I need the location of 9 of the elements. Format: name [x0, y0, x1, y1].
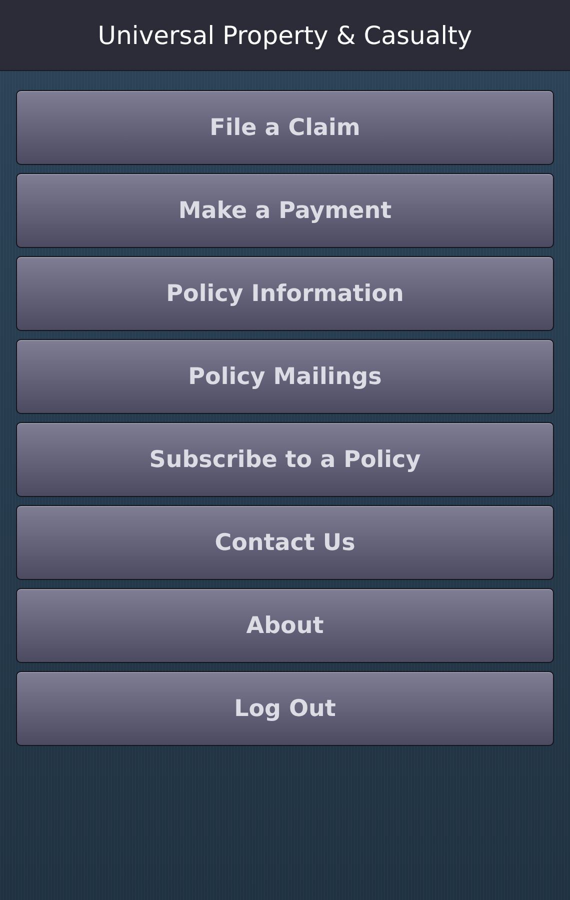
menu-button[interactable]: About — [16, 588, 554, 663]
menu-button[interactable]: Make a Payment — [16, 173, 554, 248]
app-title: Universal Property & Casualty — [98, 20, 472, 50]
menu-button[interactable]: Contact Us — [16, 505, 554, 580]
menu-button[interactable]: Subscribe to a Policy — [16, 422, 554, 497]
menu-button[interactable]: Log Out — [16, 671, 554, 746]
menu-button[interactable]: File a Claim — [16, 90, 554, 165]
menu-button[interactable]: Policy Information — [16, 256, 554, 331]
menu-button[interactable]: Policy Mailings — [16, 339, 554, 414]
